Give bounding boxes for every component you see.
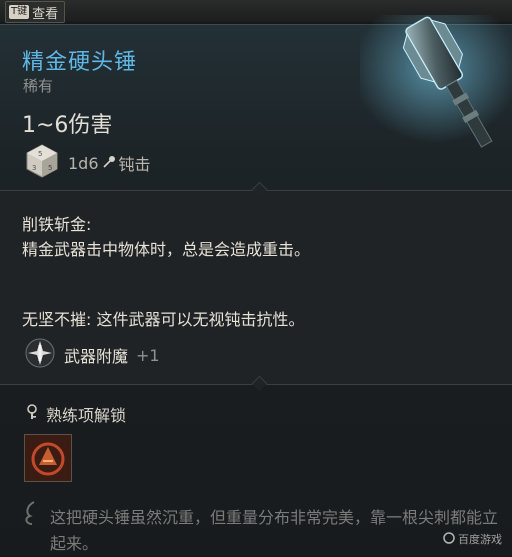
watermark-logo-icon (443, 531, 455, 547)
watermark: 百度游戏 (443, 531, 502, 547)
key-cap: T键 (9, 5, 30, 19)
svg-text:3: 3 (32, 164, 36, 172)
lock-key-icon (24, 404, 40, 424)
enchant-label: 武器附魔 (64, 347, 129, 366)
enchant-row: 武器附魔 +1 (24, 338, 160, 372)
enchant-sigil-icon (24, 337, 56, 373)
flavor-text: 这把硬头锤虽然沉重，但重量分布非常完美，靠一根尖刺都能立起来。 (50, 508, 499, 553)
dice-value: 1d6 (68, 153, 99, 173)
item-damage: 1~6伤害 (22, 113, 113, 138)
feather-icon (22, 500, 40, 530)
inspect-label: 查看 (32, 6, 59, 22)
mace-icon (102, 154, 116, 173)
watermark-text: 百度游戏 (458, 533, 502, 546)
svg-text:5: 5 (38, 150, 42, 158)
dice-icon: 5 3 5 (24, 143, 60, 183)
dice-text: 1d6 钝击 (68, 151, 151, 175)
passive-1-desc: 精金武器击中物体时，总是会造成重击。 (22, 240, 311, 259)
proficiency-row: 熟练项解锁 (24, 402, 126, 426)
proficiency-label: 熟练项解锁 (46, 406, 127, 425)
inspect-key-hint[interactable]: T键 查看 (5, 1, 66, 23)
weapon-art-icon (360, 15, 512, 150)
passive-1-title: 削铁斩金: (22, 215, 92, 234)
item-name: 精金硬头锤 (22, 50, 138, 75)
passive-2: 无坚不摧: 这件武器可以无视钝击抗性。 (22, 310, 305, 329)
enchant-bonus: +1 (136, 345, 160, 365)
damage-type: 钝击 (118, 155, 151, 174)
item-rarity: 稀有 (23, 77, 54, 95)
svg-text:5: 5 (48, 164, 52, 172)
dice-row: 5 3 5 1d6 钝击 (24, 143, 151, 183)
proficiency-icon[interactable] (24, 434, 72, 482)
